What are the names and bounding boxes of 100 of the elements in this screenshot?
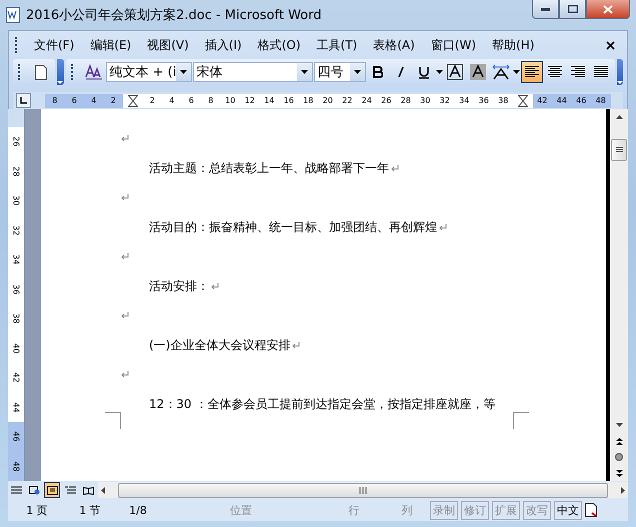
ruler-number: 40 (12, 343, 20, 354)
up-arrow-icon (616, 115, 622, 119)
ruler-number: 36 (478, 96, 489, 105)
close-icon[interactable] (606, 40, 615, 50)
ruler-number: 30 (420, 96, 430, 105)
ruler-number: 8 (208, 96, 214, 105)
dropdown-arrow-icon (512, 70, 520, 74)
ruler-number: 38 (498, 96, 508, 105)
toolbar-options-button[interactable] (616, 59, 623, 85)
grip-icon (359, 486, 367, 494)
margin-corner-mark (513, 412, 529, 429)
ruler-number: 48 (596, 96, 606, 105)
style-dropdown[interactable]: 纯文本 + (i (106, 62, 192, 82)
grip-icon (616, 147, 622, 153)
menu-item[interactable]: 视图(V) (139, 35, 197, 55)
blank-page-icon (35, 64, 47, 80)
circle-icon (615, 453, 623, 461)
maximize-icon (568, 5, 578, 13)
left-tab-icon (20, 97, 27, 104)
align-icon (594, 66, 608, 78)
scrollbar-thumb[interactable] (118, 482, 608, 498)
align-left-button[interactable] (520, 61, 542, 83)
menu-item[interactable]: 编辑(E) (82, 35, 140, 55)
menu-item[interactable]: 文件(F) (26, 35, 82, 55)
ruler-number: 44 (12, 402, 20, 412)
menu-item[interactable]: 格式(O) (250, 35, 309, 55)
status-text: 1 节 (78, 502, 102, 518)
double-up-arrow-icon (616, 438, 622, 444)
ruler-number: 12 (244, 96, 255, 105)
ruler-number: 22 (342, 96, 352, 105)
align-icon (524, 66, 538, 78)
ruler-number: 4 (91, 96, 96, 105)
ruler-number: 28 (400, 96, 411, 105)
ruler-number: 28 (12, 166, 20, 176)
ruler-number: 34 (12, 254, 20, 265)
menu-item[interactable]: 工具(T) (308, 35, 366, 55)
ruler-number: 20 (322, 96, 333, 105)
ruler-number: 42 (537, 96, 548, 105)
maximize-button[interactable] (559, 0, 586, 19)
status-text: 位置 (229, 502, 253, 518)
status-mode-indicator[interactable]: 中文 (554, 500, 582, 520)
dropdown-arrow-icon (436, 70, 442, 74)
ruler-number: 36 (12, 284, 20, 294)
paragraph-text: 活动主题：总结表彰上一年、战略部署下一年 (149, 160, 389, 177)
menu-item[interactable]: 插入(I) (196, 35, 250, 55)
ruler-number: 6 (188, 96, 194, 105)
paragraph-text: 12：30 ：全体参会员工提前到达指定会堂，按指定排座就座，等 (149, 396, 496, 413)
margin-corner-mark (105, 412, 121, 429)
ruler-number: 38 (12, 314, 20, 324)
paragraph-text: 活动安排： (149, 278, 209, 295)
underline-icon (418, 66, 428, 78)
dropdown-arrow-icon (300, 70, 308, 74)
ruler-number: 10 (225, 96, 236, 105)
toolbar-options-button[interactable] (57, 59, 64, 85)
view-icon (82, 486, 94, 494)
ruler-number: 42 (12, 372, 20, 383)
minimize-icon (541, 8, 550, 10)
styles-icon (84, 64, 102, 80)
dropdown-arrow-icon (180, 70, 186, 74)
dropdown-arrow-icon (354, 70, 360, 74)
tab-selector[interactable] (16, 93, 31, 108)
view-icon (46, 486, 58, 494)
spelling-status-icon (585, 503, 597, 517)
scrollbar-thumb[interactable] (611, 139, 627, 161)
menu-item[interactable]: 窗口(W) (422, 35, 484, 55)
indent-marker-icon[interactable] (128, 94, 138, 106)
font-dropdown[interactable]: 宋体 (192, 62, 312, 82)
status-text: 列 (400, 502, 414, 518)
paragraph-text: (一)企业全体大会议程安排 (149, 336, 290, 354)
bold-icon (372, 66, 382, 78)
font-size-dropdown[interactable]: 四号 (314, 62, 366, 82)
minimize-button[interactable] (532, 0, 559, 19)
view-icon (10, 486, 22, 494)
print-layout-button[interactable] (44, 482, 60, 498)
close-icon (603, 4, 613, 14)
ruler-number: 16 (284, 96, 294, 105)
dropdown-arrow-icon (57, 79, 64, 85)
letter-scaling-icon (492, 64, 510, 80)
down-arrow-icon (616, 423, 622, 427)
ruler-number: 46 (576, 96, 586, 105)
dropdown-arrow-icon (616, 79, 623, 85)
ruler-number: 6 (72, 96, 77, 105)
ruler-number: 4 (169, 96, 174, 105)
ruler-number: 48 (12, 461, 20, 472)
status-text: 1/8 (128, 504, 148, 516)
double-down-arrow-icon (616, 470, 622, 476)
indent-marker-icon[interactable] (518, 94, 528, 106)
menu-item[interactable]: 表格(A) (365, 35, 423, 55)
ruler-number: 8 (52, 96, 58, 105)
align-icon (548, 66, 562, 78)
italic-icon (396, 66, 404, 78)
ruler-number: 14 (264, 96, 274, 105)
word-document-icon (6, 7, 20, 23)
ruler-number: 32 (440, 96, 450, 105)
status-text: 1 页 (25, 502, 49, 518)
window-title: 2016小公司年会策划方案2.doc - Microsoft Word (26, 7, 323, 24)
ruler-number: 44 (556, 96, 567, 105)
ruler-number: 30 (12, 196, 20, 206)
close-button[interactable] (586, 0, 630, 19)
menu-item[interactable]: 帮助(H) (484, 35, 542, 55)
